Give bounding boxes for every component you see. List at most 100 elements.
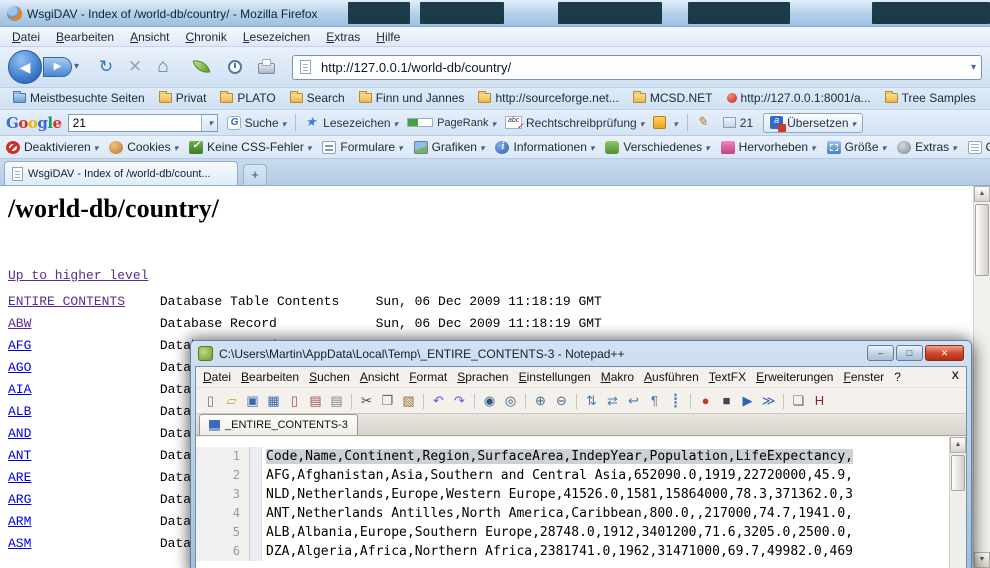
history-dropdown-icon[interactable]: ▾	[74, 61, 79, 72]
webdev-item-formulare[interactable]: Formulare	[322, 140, 402, 154]
menu-item[interactable]: Lesezeichen	[235, 27, 318, 44]
webdev-item-cookies[interactable]: Cookies	[109, 140, 178, 154]
entry-link[interactable]: ARG	[8, 492, 152, 507]
bookmark-item[interactable]: Meistbesuchte Seiten	[13, 91, 145, 105]
webdev-item-grafiken[interactable]: Grafiken	[414, 140, 485, 154]
line-text[interactable]: ALB,Albania,Europe,Southern Europe,28748…	[262, 523, 853, 542]
toolbar-icon-close-all[interactable]: ▤	[306, 392, 325, 410]
entry-link[interactable]: ANT	[8, 448, 152, 463]
toolbar-icon-macro-run-multiple[interactable]: ≫	[759, 392, 778, 410]
toolbar-icon-indent-guide[interactable]: ┋	[666, 392, 685, 410]
toolbar-icon-undo[interactable]: ↶	[429, 392, 448, 410]
toolbar-icon-new-file[interactable]: ▯	[201, 392, 220, 410]
toolbar-icon-cut[interactable]: ✂	[357, 392, 376, 410]
line-text[interactable]: NLD,Netherlands,Europe,Western Europe,41…	[262, 485, 853, 504]
bookmark-item[interactable]: Privat	[159, 91, 207, 105]
scroll-up-icon[interactable]: ▲	[950, 437, 966, 453]
menu-item[interactable]: Fenster	[838, 367, 889, 384]
menu-item[interactable]: Makro	[596, 367, 639, 384]
bookmark-item[interactable]: MCSD.NET	[633, 91, 713, 105]
line-text[interactable]: AFG,Afghanistan,Asia,Southern and Centra…	[262, 466, 853, 485]
toolbar-icon[interactable]	[471, 392, 478, 410]
scroll-down-icon[interactable]: ▼	[974, 552, 990, 568]
google-bookmarks-button[interactable]: Lesezeichen	[305, 116, 398, 130]
menu-item[interactable]: Ansicht	[122, 27, 177, 44]
menu-item[interactable]: TextFX	[704, 367, 751, 384]
print-icon[interactable]	[258, 63, 275, 74]
up-to-higher-level-link[interactable]: Up to higher level	[8, 268, 148, 283]
toolbar-icon-doc-map[interactable]: ❏	[789, 392, 808, 410]
toolbar-icon-find[interactable]: ◉	[480, 392, 499, 410]
menu-item[interactable]: Bearbeiten	[236, 367, 304, 384]
menu-item[interactable]: Extras	[318, 27, 368, 44]
translate-button[interactable]: Übersetzen	[763, 113, 863, 133]
firefox-titlebar[interactable]: WsgiDAV - Index of /world-db/country/ - …	[0, 0, 990, 27]
home-button[interactable]: ⌂	[151, 56, 175, 80]
toolbar-icon[interactable]	[687, 392, 694, 410]
toolbar-icon-print[interactable]: ▤	[327, 392, 346, 410]
reload-button[interactable]: ↻	[94, 56, 118, 80]
popup-blocker-counter[interactable]: 21	[723, 116, 753, 130]
minimize-button[interactable]: –	[867, 345, 894, 361]
entry-link[interactable]: AFG	[8, 338, 152, 353]
entry-link[interactable]: ARM	[8, 514, 152, 529]
webdev-item-groesse[interactable]: Größe	[827, 140, 887, 154]
toolbar-icon[interactable]	[780, 392, 787, 410]
document-close-icon[interactable]: X	[952, 370, 959, 382]
editor-scrollbar[interactable]: ▲	[949, 437, 966, 568]
menu-item[interactable]: Erweiterungen	[751, 367, 838, 384]
menu-item[interactable]: Datei	[198, 367, 236, 384]
entry-link[interactable]: ASM	[8, 536, 152, 551]
feather-icon[interactable]	[193, 58, 211, 76]
menu-item[interactable]: Sprachen	[452, 367, 513, 384]
menu-item[interactable]: Suchen	[304, 367, 355, 384]
entry-link[interactable]: ARE	[8, 470, 152, 485]
toolbar-icon[interactable]	[573, 392, 580, 410]
toolbar-icon[interactable]	[522, 392, 529, 410]
address-dropdown-icon[interactable]: ▾	[971, 62, 976, 73]
webdev-item-verschiedenes[interactable]: Verschiedenes	[605, 140, 709, 154]
bookmark-item[interactable]: http://sourceforge.net...	[478, 91, 618, 105]
entry-link[interactable]: AIA	[8, 382, 152, 397]
toolbar-icon-save[interactable]: ▣	[243, 392, 262, 410]
google-search-input[interactable]	[71, 116, 199, 130]
scrollbar-thumb[interactable]	[975, 204, 989, 276]
toolbar-icon-save-all[interactable]: ▦	[264, 392, 283, 410]
editor-area[interactable]: 1 Code,Name,Continent,Region,SurfaceArea…	[196, 437, 949, 568]
toolbar-icon-redo[interactable]: ↷	[450, 392, 469, 410]
address-input[interactable]	[319, 58, 959, 77]
webdev-item-css[interactable]: Keine CSS-Fehler	[189, 140, 311, 154]
entry-link[interactable]: ALB	[8, 404, 152, 419]
menu-item[interactable]: Hilfe	[368, 27, 408, 44]
toolbar-icon-open[interactable]: ▱	[222, 392, 241, 410]
edit-button[interactable]	[697, 116, 714, 129]
google-search-dropdown-icon[interactable]	[201, 115, 217, 131]
scrollbar-thumb[interactable]	[951, 455, 965, 491]
toolbar-icon-show-all-chars[interactable]: ¶	[645, 392, 664, 410]
history-clock-icon[interactable]	[228, 60, 242, 74]
toolbar-icon-macro-record[interactable]: ●	[696, 392, 715, 410]
toolbar-icon-close[interactable]: ▯	[285, 392, 304, 410]
toolbar-icon-sync-scroll-v[interactable]: ⇅	[582, 392, 601, 410]
toolbar-icon-paste[interactable]: ▧	[399, 392, 418, 410]
line-text[interactable]: Code,Name,Continent,Region,SurfaceArea,I…	[262, 447, 853, 466]
bookmark-item[interactable]: PLATO	[220, 91, 275, 105]
toolbar-icon-zoom-in[interactable]: ⊕	[531, 392, 550, 410]
send-to-button[interactable]	[653, 116, 678, 130]
entry-link[interactable]: ENTIRE CONTENTS	[8, 294, 152, 309]
forward-button[interactable]: ▶	[43, 57, 72, 77]
toolbar-icon-textfx[interactable]: H	[810, 392, 829, 410]
menu-item[interactable]: Einstellungen	[514, 367, 596, 384]
tab-wsgidav[interactable]: WsgiDAV - Index of /world-db/count...	[4, 161, 238, 185]
toolbar-icon-word-wrap[interactable]: ↩	[624, 392, 643, 410]
toolbar-icon-macro-stop[interactable]: ■	[717, 392, 736, 410]
google-search-button[interactable]: Suche	[227, 116, 287, 130]
webdev-item-extras[interactable]: Extras	[897, 140, 957, 154]
pagerank-widget[interactable]: PageRank	[407, 116, 496, 130]
toolbar-icon-replace[interactable]: ◎	[501, 392, 520, 410]
menu-item[interactable]: Datei	[4, 27, 48, 44]
maximize-button[interactable]: □	[896, 345, 923, 361]
bookmark-item[interactable]: Search	[290, 91, 345, 105]
toolbar-icon-macro-play[interactable]: ▶	[738, 392, 757, 410]
close-button[interactable]: ✕	[925, 345, 964, 361]
